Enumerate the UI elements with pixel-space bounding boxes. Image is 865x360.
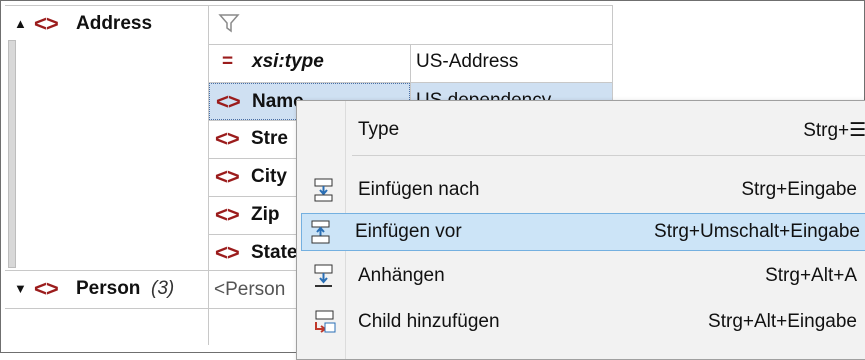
- grid-line: [208, 5, 209, 345]
- menu-item-insert-before[interactable]: Einfügen vor Strg+Umschalt+Eingabe: [301, 213, 865, 251]
- menu-item-insert-after-text: Einfügen nach: [358, 179, 480, 200]
- menu-separator: [352, 155, 865, 156]
- insert-after-icon: [311, 177, 337, 203]
- context-menu: Type Strg+☰ ▸ Einfügen nach Strg+Eingabe…: [296, 100, 865, 360]
- element-icon: <>: [215, 241, 240, 265]
- menu-item-add-child-shortcut: Strg+Alt+Eingabe: [708, 311, 857, 332]
- add-child-icon: [311, 309, 337, 335]
- state-label: State: [251, 242, 298, 263]
- menu-item-insert-before-shortcut: Strg+Umschalt+Eingabe: [654, 221, 860, 242]
- menu-item-add-child-text: Child hinzufügen: [358, 311, 500, 332]
- menu-item-insert-before-label: Einfügen vor: [355, 221, 462, 243]
- menu-item-append[interactable]: Anhängen Strg+Alt+A: [301, 257, 865, 295]
- person-element[interactable]: ▼ <> Person (3): [14, 276, 206, 303]
- grid-line: [208, 44, 613, 45]
- person-count: (3): [151, 278, 175, 299]
- expand-triangle-icon[interactable]: ▼: [14, 281, 27, 296]
- person-value-text: <Person: [214, 279, 286, 300]
- menu-item-insert-before-text: Einfügen vor: [355, 221, 462, 242]
- menu-item-type-label: Type: [358, 119, 400, 140]
- menu-item-add-child[interactable]: Child hinzufügen Strg+Alt+Eingabe: [301, 303, 865, 341]
- element-icon: <>: [215, 164, 240, 189]
- zip-label: Zip: [251, 204, 280, 225]
- menu-item-insert-after-label: Einfügen nach: [358, 179, 480, 201]
- zip-element[interactable]: <> Zip: [215, 202, 305, 229]
- expand-bar[interactable]: [8, 40, 16, 268]
- menu-item-append-text: Anhängen: [358, 265, 445, 286]
- street-label: Stre: [251, 128, 288, 149]
- xsi-type-value[interactable]: US-Address: [416, 51, 518, 73]
- city-label: City: [251, 166, 287, 187]
- attribute-icon: =: [222, 51, 234, 72]
- menu-item-type-shortcut: Strg+☰ ▸: [803, 120, 865, 141]
- menu-item-append-label: Anhängen: [358, 265, 445, 287]
- city-element[interactable]: <> City: [215, 164, 305, 191]
- insert-before-icon: [308, 219, 334, 245]
- element-icon: <>: [34, 276, 59, 301]
- menu-item-type[interactable]: Type Strg+☰ ▸: [301, 111, 865, 149]
- element-icon: <>: [34, 11, 59, 36]
- menu-item-add-child-label: Child hinzufügen: [358, 311, 500, 333]
- element-icon: <>: [216, 89, 241, 114]
- xsi-type-attribute[interactable]: = xsi:type: [218, 50, 408, 76]
- address-label: Address: [76, 13, 153, 34]
- state-element[interactable]: <> State: [215, 241, 305, 267]
- filter-icon[interactable]: [218, 12, 240, 34]
- menu-item-insert-after-shortcut: Strg+Eingabe: [741, 179, 857, 200]
- person-value[interactable]: <Person: [214, 278, 296, 304]
- grid-line: [5, 5, 613, 6]
- address-element[interactable]: ▲ <> Address: [14, 11, 194, 38]
- menu-item-append-shortcut: Strg+Alt+A: [765, 265, 857, 286]
- xsi-type-label: xsi:type: [252, 51, 324, 72]
- street-element[interactable]: <> Stre: [215, 126, 305, 153]
- element-icon: <>: [215, 126, 240, 151]
- person-label: Person: [76, 278, 141, 299]
- menu-item-insert-after[interactable]: Einfügen nach Strg+Eingabe: [301, 171, 865, 209]
- collapse-triangle-icon[interactable]: ▲: [14, 16, 27, 31]
- element-icon: <>: [215, 202, 240, 227]
- append-icon: [311, 263, 337, 289]
